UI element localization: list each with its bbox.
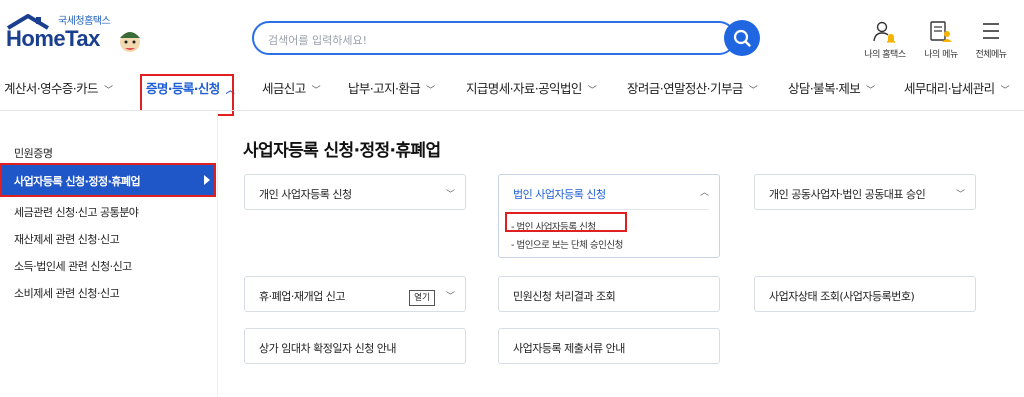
nav-label: 세무대리·납세관리 xyxy=(904,81,995,96)
my-hometax-label: 나의 홈택스 xyxy=(864,50,906,60)
nav-label: 지급명세·자료·공익법인 xyxy=(466,81,582,96)
chevron-down-icon: ﹀ xyxy=(445,190,455,200)
card-required-documents[interactable]: 사업자등록 제출서류 안내 xyxy=(498,328,720,364)
sub-link-group-approval[interactable]: - 법인으로 보는 단체 승인신청 xyxy=(511,237,623,251)
chevron-down-icon: ﹀ xyxy=(426,86,435,96)
highlight-box xyxy=(0,163,216,197)
hamburger-icon xyxy=(983,23,999,39)
nav-label: 장려금·연말정산·기부금 xyxy=(627,81,743,96)
chevron-down-icon: ﹀ xyxy=(748,86,758,96)
card-label: 민원신청 처리결과 조회 xyxy=(513,290,616,303)
card-label: 개인 사업자등록 신청 xyxy=(259,188,352,201)
chevron-down-icon: ﹀ xyxy=(311,86,321,96)
mascot-icon xyxy=(120,32,140,52)
all-menu-label: 전체메뉴 xyxy=(975,50,1007,60)
chevron-down-icon: ﹀ xyxy=(445,292,455,302)
my-hometax-button[interactable]: 나의 홈택스 xyxy=(862,20,908,60)
nav-item-payment[interactable]: 납부·고지·환급 ﹀ xyxy=(348,78,435,97)
open-tooltip: 열기 xyxy=(409,290,435,306)
logo-subtitle: 국세청홈택스 xyxy=(58,16,111,27)
my-menu-label: 나의 메뉴 xyxy=(924,50,958,60)
user-bell-icon xyxy=(873,21,895,43)
my-menu-icon xyxy=(930,21,952,42)
my-menu-button[interactable]: 나의 메뉴 xyxy=(918,20,964,60)
nav-item-statement[interactable]: 지급명세·자료·공익법인 ﹀ xyxy=(466,78,597,97)
chevron-down-icon: ﹀ xyxy=(955,190,965,200)
nav-label: 납부·고지·환급 xyxy=(348,81,421,96)
card-label: 상가 임대차 확정일자 신청 안내 xyxy=(259,342,397,355)
nav-item-invoice[interactable]: 계산서·영수증·카드 ﹀ xyxy=(4,78,113,97)
card-label: 사업자상태 조회(사업자등록번호) xyxy=(769,290,915,303)
logo-title: HomeTax xyxy=(6,26,100,51)
nav-label: 상담·불복·제보 xyxy=(788,81,861,96)
sidebar-item-income-tax[interactable]: 소득·법인세 관련 신청·신고 xyxy=(14,258,132,274)
nav-label: 계산서·영수증·카드 xyxy=(4,81,99,96)
sidebar-item-common[interactable]: 세금관련 신청·신고 공통분야 xyxy=(14,204,139,220)
sidebar-item-property-tax[interactable]: 재산제세 관련 신청·신고 xyxy=(14,231,120,247)
all-menu-button[interactable]: 전체메뉴 xyxy=(968,20,1014,60)
card-divider xyxy=(509,209,709,210)
search-box xyxy=(252,21,736,55)
card-individual-registration[interactable]: 개인 사업자등록 신청 ﹀ xyxy=(244,174,466,210)
search-icon xyxy=(733,29,751,47)
sidebar-item-consumption-tax[interactable]: 소비제세 관련 신청·신고 xyxy=(14,285,120,301)
nav-label: 세금신고 xyxy=(262,81,306,96)
card-business-status[interactable]: 사업자상태 조회(사업자등록번호) xyxy=(754,276,976,312)
search-bar xyxy=(252,20,760,59)
card-label: 사업자등록 제출서류 안내 xyxy=(513,342,625,355)
chevron-down-icon: ﹀ xyxy=(1000,86,1010,96)
card-lease-date[interactable]: 상가 임대차 확정일자 신청 안내 xyxy=(244,328,466,364)
card-civil-result[interactable]: 민원신청 처리결과 조회 xyxy=(498,276,720,312)
chevron-down-icon: ﹀ xyxy=(866,86,875,96)
chevron-up-icon: ︿ xyxy=(699,188,709,198)
nav-item-incentive[interactable]: 장려금·연말정산·기부금 ﹀ xyxy=(627,78,758,97)
nav-item-tax-return[interactable]: 세금신고 ﹀ xyxy=(262,78,321,97)
chevron-down-icon: ﹀ xyxy=(103,86,113,96)
search-button[interactable] xyxy=(724,20,760,56)
page-title: 사업자등록 신청·정정·휴폐업 xyxy=(243,141,441,161)
highlight-box xyxy=(505,212,627,232)
card-label: 휴·폐업·재개업 신고 xyxy=(259,290,345,303)
chevron-down-icon: ﹀ xyxy=(587,86,597,96)
nav-item-consult[interactable]: 상담·불복·제보 ﹀ xyxy=(788,78,875,97)
card-label: 개인 공동사업자·법인 공동대표 승인 xyxy=(769,188,926,201)
sidebar-item-civil-certificate[interactable]: 민원증명 xyxy=(14,145,53,161)
card-label: 법인 사업자등록 신청 xyxy=(513,188,606,201)
search-input[interactable] xyxy=(268,31,708,49)
card-joint-approval[interactable]: 개인 공동사업자·법인 공동대표 승인 ﹀ xyxy=(754,174,976,210)
hometax-logo[interactable]: 국세청홈택스 HomeTax xyxy=(6,14,156,66)
nav-item-agent[interactable]: 세무대리·납세관리 ﹀ xyxy=(904,78,1010,97)
header: 국세청홈택스 HomeTax 나의 홈택스 xyxy=(0,0,1024,72)
